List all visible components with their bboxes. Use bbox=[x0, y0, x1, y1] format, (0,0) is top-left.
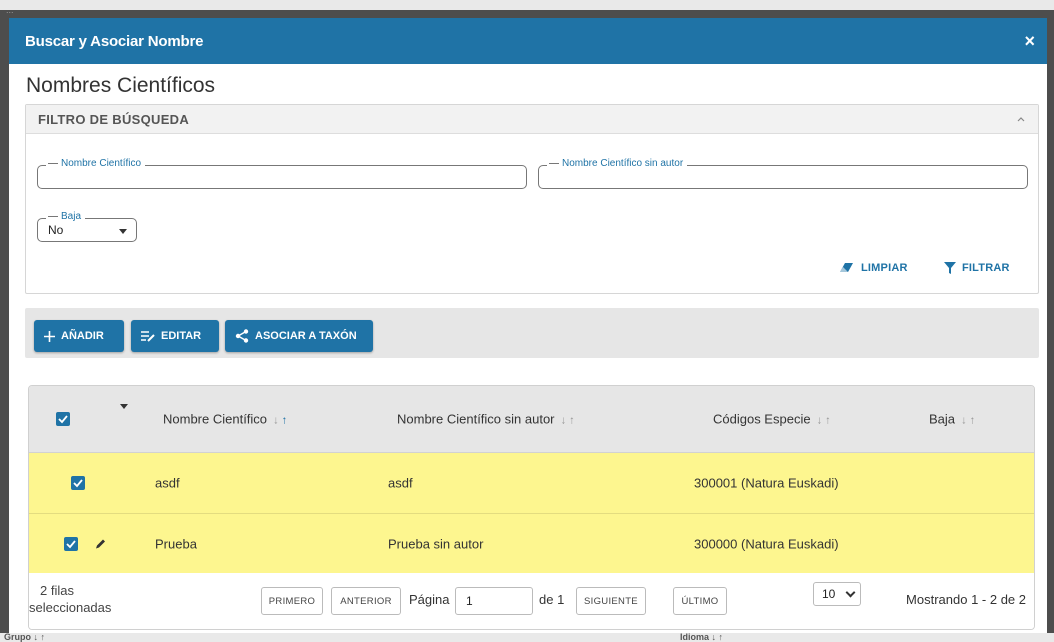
column-baja-label: Baja bbox=[929, 411, 956, 427]
funnel-icon bbox=[944, 262, 956, 274]
plus-icon bbox=[44, 330, 55, 342]
filter-label: FILTRAR bbox=[962, 262, 1010, 274]
page-size-value: 10 bbox=[822, 587, 836, 601]
page-number-input[interactable]: 1 bbox=[455, 587, 533, 615]
prev-page-button[interactable]: ANTERIOR bbox=[331, 587, 401, 615]
search-associate-modal: Buscar y Asociar Nombre × Nombres Cientí… bbox=[9, 18, 1047, 633]
background-page-top: ... bbox=[0, 0, 1054, 15]
add-button[interactable]: AÑADIR bbox=[34, 320, 124, 352]
select-menu-caret-icon[interactable] bbox=[120, 404, 128, 409]
background-column-idioma: Idioma ↓ ↑ bbox=[680, 632, 724, 642]
column-nombre-cientifico[interactable]: Nombre Científico ↓ ↑ bbox=[163, 412, 287, 427]
table-header: Nombre Científico ↓ ↑ Nombre Científico … bbox=[29, 386, 1034, 453]
selected-rows-count: 2 filas seleccionadas bbox=[29, 582, 111, 616]
edit-list-icon bbox=[141, 330, 155, 342]
share-icon bbox=[235, 329, 249, 343]
clear-label: LIMPIAR bbox=[861, 262, 908, 274]
page-label: Página bbox=[409, 592, 450, 607]
chevron-up-icon[interactable] bbox=[1016, 115, 1026, 123]
check-icon bbox=[66, 540, 76, 549]
column-nombre-sin-autor-label: Nombre Científico sin autor bbox=[397, 411, 555, 427]
sort-arrows-icon[interactable]: ↓ ↑ bbox=[814, 415, 831, 427]
filter-panel-title: FILTRO DE BÚSQUEDA bbox=[38, 111, 190, 127]
modal-title: Buscar y Asociar Nombre bbox=[25, 32, 204, 50]
page-size-select[interactable]: 10 bbox=[813, 582, 861, 606]
selected-count-line1: 2 filas bbox=[40, 583, 74, 598]
chevron-down-icon bbox=[845, 587, 856, 598]
column-codigos-especie[interactable]: Códigos Especie ↓ ↑ bbox=[713, 412, 831, 427]
caret-down-icon bbox=[119, 229, 127, 234]
table-row[interactable]: Prueba Prueba sin autor 300000 (Natura E… bbox=[29, 514, 1034, 575]
cell-nombre: asdf bbox=[155, 475, 180, 491]
cell-sin-autor: asdf bbox=[388, 475, 413, 491]
cell-codigos: 300000 (Natura Euskadi) bbox=[694, 536, 839, 552]
first-page-button[interactable]: PRIMERO bbox=[261, 587, 323, 615]
baja-label: Baja bbox=[46, 211, 86, 223]
column-nombre-cientifico-label: Nombre Científico bbox=[163, 411, 268, 427]
background-page-bottom: Grupo ↓ ↑ Idioma ↓ ↑ bbox=[0, 633, 1054, 642]
last-page-button[interactable]: ÚLTIMO bbox=[673, 587, 727, 615]
clear-button[interactable]: LIMPIAR bbox=[839, 262, 908, 274]
check-icon bbox=[58, 415, 68, 424]
column-codigos-especie-label: Códigos Especie bbox=[713, 411, 811, 427]
sort-arrows-icon[interactable]: ↓ ↑ bbox=[270, 415, 287, 427]
filter-panel-header[interactable]: FILTRO DE BÚSQUEDA bbox=[26, 105, 1038, 134]
nombre-cientifico-label: Nombre Científico bbox=[46, 158, 146, 170]
associate-taxon-button[interactable]: ASOCIAR A TAXÓN bbox=[225, 320, 373, 352]
background-column-grupo: Grupo ↓ ↑ bbox=[4, 632, 45, 642]
select-all-checkbox[interactable] bbox=[56, 412, 70, 426]
background-top-text: ... bbox=[6, 5, 14, 15]
pencil-icon[interactable] bbox=[94, 538, 107, 551]
check-icon bbox=[73, 479, 83, 488]
selected-count-line2: seleccionadas bbox=[29, 600, 112, 615]
add-label: AÑADIR bbox=[61, 330, 104, 342]
row-checkbox[interactable] bbox=[71, 476, 85, 490]
names-table: Nombre Científico ↓ ↑ Nombre Científico … bbox=[28, 385, 1035, 630]
next-page-button[interactable]: SIGUIENTE bbox=[576, 587, 646, 615]
pagination-bar: 2 filas seleccionadas PRIMERO ANTERIOR P… bbox=[29, 573, 1034, 629]
of-pages-label: de 1 bbox=[539, 592, 565, 607]
edit-label: EDITAR bbox=[161, 330, 202, 342]
cell-nombre: Prueba bbox=[155, 536, 197, 552]
filter-button[interactable]: FILTRAR bbox=[944, 262, 1010, 274]
nombre-sin-autor-label: Nombre Científico sin autor bbox=[547, 158, 688, 170]
nombre-cientifico-field[interactable]: Nombre Científico bbox=[37, 158, 527, 189]
column-nombre-sin-autor[interactable]: Nombre Científico sin autor ↓ ↑ bbox=[397, 412, 575, 427]
column-baja[interactable]: Baja ↓ ↑ bbox=[929, 412, 975, 427]
cell-codigos: 300001 (Natura Euskadi) bbox=[694, 475, 839, 491]
close-icon[interactable]: × bbox=[1024, 31, 1035, 52]
modal-header: Buscar y Asociar Nombre × bbox=[9, 18, 1047, 64]
eraser-icon bbox=[840, 263, 853, 272]
sort-arrows-icon[interactable]: ↓ ↑ bbox=[958, 415, 975, 427]
page-title: Nombres Científicos bbox=[26, 74, 216, 97]
table-row[interactable]: asdf asdf 300001 (Natura Euskadi) bbox=[29, 453, 1034, 514]
baja-select[interactable]: Baja No bbox=[37, 211, 137, 242]
baja-selected-value: No bbox=[48, 223, 64, 237]
showing-range: Mostrando 1 - 2 de 2 bbox=[906, 592, 1026, 607]
action-toolbar: AÑADIR EDITAR ASOCIAR A TAXÓN bbox=[25, 308, 1039, 358]
filter-panel: FILTRO DE BÚSQUEDA Nombre Científico Nom… bbox=[25, 104, 1039, 294]
nombre-sin-autor-field[interactable]: Nombre Científico sin autor bbox=[538, 158, 1028, 189]
edit-button[interactable]: EDITAR bbox=[131, 320, 219, 352]
cell-sin-autor: Prueba sin autor bbox=[388, 536, 484, 552]
row-checkbox[interactable] bbox=[64, 537, 78, 551]
associate-taxon-label: ASOCIAR A TAXÓN bbox=[255, 330, 357, 342]
sort-arrows-icon[interactable]: ↓ ↑ bbox=[558, 415, 575, 427]
